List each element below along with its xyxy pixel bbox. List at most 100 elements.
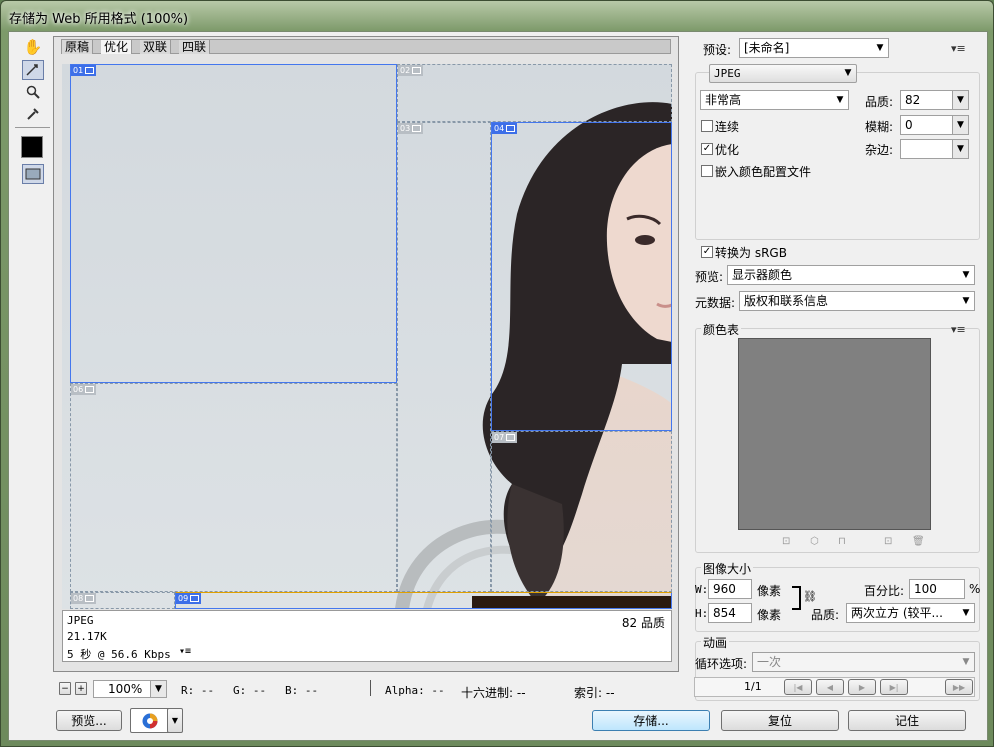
last-frame-button[interactable]: ▶▶ (945, 679, 973, 695)
slice-image-icon (85, 595, 95, 602)
blur-input[interactable]: 0 ▼ (900, 115, 969, 135)
zoom-out-button[interactable]: − (59, 682, 71, 695)
loop-label: 循环选项: (695, 657, 748, 671)
toggle-slices-visibility-icon[interactable] (22, 164, 44, 184)
prev-frame-button[interactable]: ◀ (816, 679, 844, 695)
preview-color-value: 显示器颜色 (732, 268, 793, 282)
width-unit: 像素 (757, 584, 782, 598)
width-input[interactable]: 960 (708, 579, 752, 599)
convert-srgb-label: 转换为 sRGB (715, 246, 787, 260)
progressive-label: 连续 (715, 120, 740, 134)
new-color-icon[interactable]: ⊡ (884, 536, 892, 547)
blur-label: 模糊: (865, 120, 894, 134)
browser-preview-button[interactable] (130, 708, 170, 733)
slice-tag: 07 (492, 432, 518, 443)
metadata-label: 元数据: (695, 296, 736, 310)
resample-select[interactable]: 两次立方 (较平... ▼ (846, 603, 975, 623)
eyedropper-color-swatch[interactable] (21, 136, 43, 158)
map-color-icon[interactable]: ⊡ (782, 536, 790, 547)
tab-optimized[interactable]: 优化 (101, 40, 133, 54)
slice-image-icon (506, 125, 516, 132)
browser-select-dropdown[interactable]: ▼ (167, 708, 183, 733)
zoom-tool-icon[interactable] (22, 82, 44, 102)
matte-select[interactable]: ▼ (900, 139, 969, 159)
slice-image-icon (412, 125, 422, 132)
slice-tag: 08 (71, 593, 97, 604)
trash-icon[interactable]: 🗑 (912, 536, 925, 547)
tab-4-up[interactable]: 四联 (179, 40, 211, 54)
slice-09[interactable]: 09 (175, 592, 672, 609)
percent-input[interactable]: 100 (909, 579, 965, 599)
height-unit: 像素 (757, 608, 782, 622)
color-table-menu-icon[interactable]: ▾≡ (951, 323, 966, 336)
slice-07[interactable]: 07 (491, 431, 672, 592)
optimized-label: 优化 (715, 143, 740, 157)
download-speed-menu-icon[interactable]: ▾≡ (179, 646, 191, 657)
embed-profile-label: 嵌入颜色配置文件 (715, 165, 812, 179)
preset-menu-icon[interactable]: ▾≡ (951, 42, 966, 55)
slice-08[interactable]: 08 (70, 592, 175, 609)
metadata-value: 版权和联系信息 (744, 294, 829, 308)
convert-srgb-checkbox[interactable]: ✓ (701, 246, 713, 258)
metadata-select[interactable]: 版权和联系信息 ▼ (739, 291, 975, 311)
progressive-checkbox[interactable] (701, 120, 713, 132)
chevron-down-icon: ▼ (836, 95, 844, 105)
image-preview-canvas[interactable]: 01 02 03 04 06 07 08 09 (62, 64, 672, 609)
slice-04[interactable]: 04 (491, 122, 672, 431)
height-input[interactable]: 854 (708, 603, 752, 623)
zoom-in-button[interactable]: + (75, 682, 87, 695)
slice-06[interactable]: 06 (70, 383, 397, 592)
play-button[interactable]: ▶ (848, 679, 876, 695)
slice-tag: 09 (176, 593, 202, 604)
loop-select[interactable]: 一次 ▼ (752, 652, 975, 672)
reset-button[interactable]: 复位 (721, 710, 839, 731)
quality-label: 品质: (865, 95, 894, 109)
height-value: 854 (713, 606, 736, 620)
eyedropper-tool-icon[interactable] (22, 104, 44, 124)
chevron-down-icon: ▼ (962, 270, 970, 280)
file-format-select[interactable]: JPEG ▼ (709, 64, 857, 83)
preview-button[interactable]: 预览... (56, 710, 122, 731)
image-size-title: 图像大小 (701, 560, 754, 577)
zoom-level-select[interactable]: 100% ▼ (93, 680, 167, 698)
chevron-down-icon: ▼ (171, 716, 179, 725)
tab-original[interactable]: 原稿 (62, 40, 94, 54)
readout-hex: 十六进制: -- (461, 686, 526, 700)
status-divider (370, 680, 371, 696)
next-frame-button[interactable]: ▶| (880, 679, 908, 695)
width-value: 960 (713, 582, 736, 596)
preview-color-select[interactable]: 显示器颜色 ▼ (727, 265, 975, 285)
color-table-swatches[interactable] (738, 338, 931, 530)
slice-image-icon (190, 595, 200, 602)
preset-select[interactable]: [未命名] ▼ (739, 38, 889, 58)
readout-r: R: -- (181, 684, 215, 697)
embed-profile-checkbox[interactable] (701, 165, 713, 177)
save-button[interactable]: 存储... (592, 710, 710, 731)
loop-value: 一次 (757, 655, 782, 669)
tool-divider (15, 127, 50, 128)
slice-03[interactable]: 03 (397, 122, 491, 592)
slice-select-icon (26, 64, 38, 76)
window-title: 存储为 Web 所用格式 (100%) (9, 12, 189, 27)
file-format-value: JPEG (714, 67, 741, 80)
title-bar[interactable]: 存储为 Web 所用格式 (100%) (1, 1, 994, 31)
info-quality: 82 品质 (621, 616, 665, 630)
web-shift-icon[interactable]: ⬡ (810, 536, 819, 547)
tab-2-up[interactable]: 双联 (140, 40, 172, 54)
lock-color-icon[interactable]: ⊓ (838, 536, 846, 547)
quality-input[interactable]: 82 ▼ (900, 90, 969, 110)
first-frame-button[interactable]: |◀ (784, 679, 812, 695)
optimized-checkbox[interactable]: ✓ (701, 143, 713, 155)
slice-01[interactable]: 01 (70, 64, 397, 383)
slice-02[interactable]: 02 (397, 64, 672, 122)
blur-value: 0 (905, 118, 913, 132)
info-file-size: 21.17K (67, 630, 107, 643)
remember-button[interactable]: 记住 (848, 710, 966, 731)
eyedropper-icon (27, 108, 39, 120)
hand-tool-icon[interactable]: ✋ (22, 37, 44, 57)
color-table-title: 颜色表 (701, 321, 742, 338)
slice-select-tool-icon[interactable] (22, 60, 44, 80)
link-chain-icon[interactable]: ⛓ (803, 590, 817, 603)
quality-level-select[interactable]: 非常高 ▼ (700, 90, 849, 110)
percent-unit: % (969, 582, 981, 596)
